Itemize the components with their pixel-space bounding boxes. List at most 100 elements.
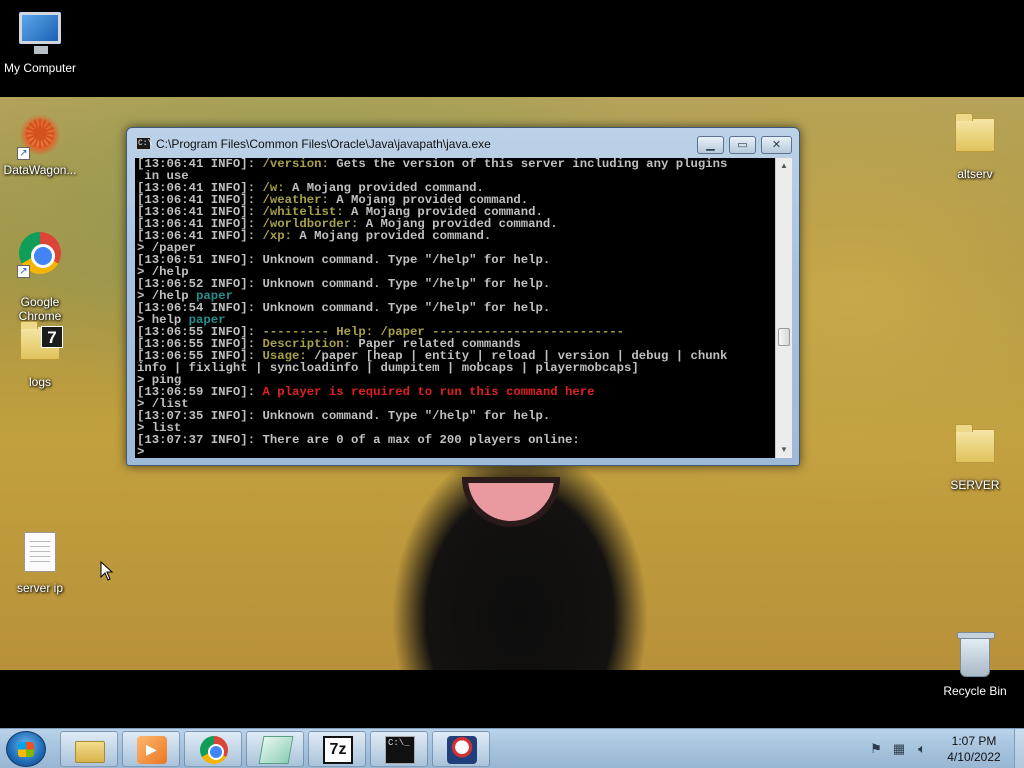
console-text-segment: Usage: (262, 350, 307, 362)
console-text-segment: A Mojang provided command. (343, 206, 543, 218)
console-line: [13:06:41 INFO]: /whitelist: A Mojang pr… (137, 206, 774, 218)
7zip-badge-icon: 7 (41, 326, 63, 348)
volume-icon[interactable]: 🔈︎ (914, 741, 930, 757)
desktop-icon-label: Google Chrome (18, 295, 62, 323)
console-text-segment: in use (137, 170, 189, 182)
clock-date[interactable]: 4/10/2022 (942, 750, 1006, 764)
maximize-button[interactable]: ▭ (729, 136, 756, 154)
taskbar-windows-explorer[interactable] (60, 731, 118, 767)
console-text-segment: /weather: (262, 194, 329, 206)
console-text-segment: [13:07:35 INFO]: Unknown command. Type "… (137, 410, 551, 422)
console-text-segment: /w: (262, 182, 285, 194)
console-text-segment: /paper [heap | entity | reload | version… (306, 350, 728, 362)
console-window[interactable]: C:\ C:\Program Files\Common Files\Oracle… (126, 127, 800, 466)
console-text-segment: [13:06:51 INFO]: Unknown command. Type "… (137, 254, 551, 266)
desktop-icon-logs[interactable]: 7 logs (0, 320, 80, 389)
cmd-icon[interactable]: C:\ (136, 137, 152, 150)
desktop-icon-label: Recycle Bin (943, 684, 1007, 698)
console-line: [13:06:59 INFO]: A player is required to… (137, 386, 774, 398)
console-text-segment: > /paper (137, 242, 197, 254)
console-line: [13:06:41 INFO]: /version: Gets the vers… (137, 158, 774, 170)
desktop-icon-server[interactable]: SERVER (935, 423, 1015, 492)
taskbar-google-chrome[interactable] (184, 731, 242, 767)
desktop-icon-altserv[interactable]: altserv (935, 112, 1015, 181)
console-text-segment: [13:06:41 INFO]: (137, 206, 263, 218)
console-text-segment: paper (188, 314, 226, 326)
console-text-segment: > list (137, 422, 182, 434)
console-text-segment: A Mojang provided command. (328, 194, 529, 206)
clock-time[interactable]: 1:07 PM (942, 734, 1006, 748)
console-text-segment: [13:06:41 INFO]: (137, 158, 263, 170)
folder-icon (75, 741, 105, 763)
action-center-flag-icon[interactable]: ⚑ (868, 741, 884, 757)
console-text-segment: [13:06:52 INFO]: Unknown command. Type "… (137, 278, 551, 290)
folder-icon (952, 424, 998, 475)
desktop-icon-label: altserv (957, 167, 993, 181)
recycle-bin-icon (952, 632, 998, 681)
cmd-icon: C:\_ (385, 736, 415, 764)
taskbar-java[interactable] (432, 731, 490, 767)
taskbar-command-prompt[interactable]: C:\_ (370, 731, 428, 767)
7zip-icon: 7z (323, 736, 353, 764)
console-text-segment: /whitelist: (262, 206, 344, 218)
show-desktop-button[interactable] (1014, 729, 1024, 768)
window-titlebar[interactable]: C:\ C:\Program Files\Common Files\Oracle… (127, 128, 799, 158)
start-button[interactable] (6, 731, 46, 767)
console-text-segment: --------- Help: /paper -----------------… (262, 326, 625, 338)
console-text-segment: > help (137, 314, 189, 326)
console-text-segment: A Mojang provided command. (284, 182, 484, 194)
console-text-segment: A Mojang provided command. (358, 218, 558, 230)
minimize-icon: ▁ (706, 139, 715, 151)
desktop-icon-label: server ip (16, 581, 63, 595)
console-line: > /paper (137, 242, 774, 254)
taskbar-7-zip[interactable]: 7z (308, 731, 366, 767)
close-icon: ✕ (771, 139, 782, 151)
taskbar-media-player[interactable] (122, 731, 180, 767)
console-line: [13:06:55 INFO]: Description: Paper rela… (137, 338, 774, 350)
console-text-segment: [13:06:55 INFO]: (137, 350, 263, 362)
console-line: > (137, 446, 774, 458)
folder-icon (952, 113, 998, 164)
close-button[interactable]: ✕ (761, 136, 792, 154)
taskbar-sticky-notes[interactable] (246, 731, 304, 767)
scroll-down-icon[interactable]: ▼ (776, 442, 792, 458)
java-icon (447, 736, 477, 764)
console-text-segment: [13:07:37 INFO]: There are 0 of a max of… (137, 434, 580, 446)
console-text-segment: > ping (137, 374, 182, 386)
console-line: [13:06:52 INFO]: Unknown command. Type "… (137, 278, 774, 290)
console-line: [13:06:51 INFO]: Unknown command. Type "… (137, 254, 774, 266)
shortcut-arrow-icon: ↗ (17, 265, 30, 278)
console-line: [13:06:55 INFO]: Usage: /paper [heap | e… (137, 350, 774, 362)
console-line: [13:06:41 INFO]: /worldborder: A Mojang … (137, 218, 774, 230)
vertical-scrollbar[interactable]: ▲ ▼ (775, 158, 792, 458)
network-icon[interactable]: ▦ (891, 741, 907, 757)
console-output[interactable]: [13:06:41 INFO]: /version: Gets the vers… (135, 158, 792, 458)
console-line: [13:06:41 INFO]: /w: A Mojang provided c… (137, 182, 774, 194)
console-text-segment: [13:06:41 INFO]: (137, 218, 263, 230)
scroll-up-icon[interactable]: ▲ (776, 158, 792, 174)
console-line: in use (137, 170, 774, 182)
console-line: [13:06:41 INFO]: /xp: A Mojang provided … (137, 230, 774, 242)
desktop-icon-label: DataWagon... (3, 163, 77, 177)
desktop-icon-label: logs (28, 375, 51, 389)
console-line: [13:07:35 INFO]: Unknown command. Type "… (137, 410, 774, 422)
console-line: > /help paper (137, 290, 774, 302)
console-text-segment: /worldborder: (262, 218, 359, 230)
desktop-icon-server-ip[interactable]: server ip (0, 530, 80, 595)
console-line: [13:06:41 INFO]: /weather: A Mojang prov… (137, 194, 774, 206)
console-line: > /help (137, 266, 774, 278)
notes-icon (258, 736, 294, 764)
console-text-segment: [13:06:41 INFO]: (137, 230, 263, 242)
desktop-icon-label: My Computer (3, 61, 77, 75)
console-line: [13:07:37 INFO]: There are 0 of a max of… (137, 434, 774, 446)
desktop-icon-google-chrome[interactable]: ↗ Google Chrome (0, 216, 80, 337)
console-text-segment: > /help (137, 290, 197, 302)
desktop-icon-my-computer[interactable]: My Computer (0, 10, 80, 75)
desktop-icon-recycle-bin[interactable]: Recycle Bin (935, 632, 1015, 698)
desktop-icon-datawagon[interactable]: ↗ DataWagon... (0, 112, 80, 177)
console-text-segment: [13:06:54 INFO]: Unknown command. Type "… (137, 302, 551, 314)
console-text-segment: [13:06:55 INFO]: (137, 338, 263, 350)
minimize-button[interactable]: ▁ (697, 136, 724, 154)
console-text-segment: [13:06:41 INFO]: (137, 182, 263, 194)
scrollbar-thumb[interactable] (778, 328, 790, 346)
